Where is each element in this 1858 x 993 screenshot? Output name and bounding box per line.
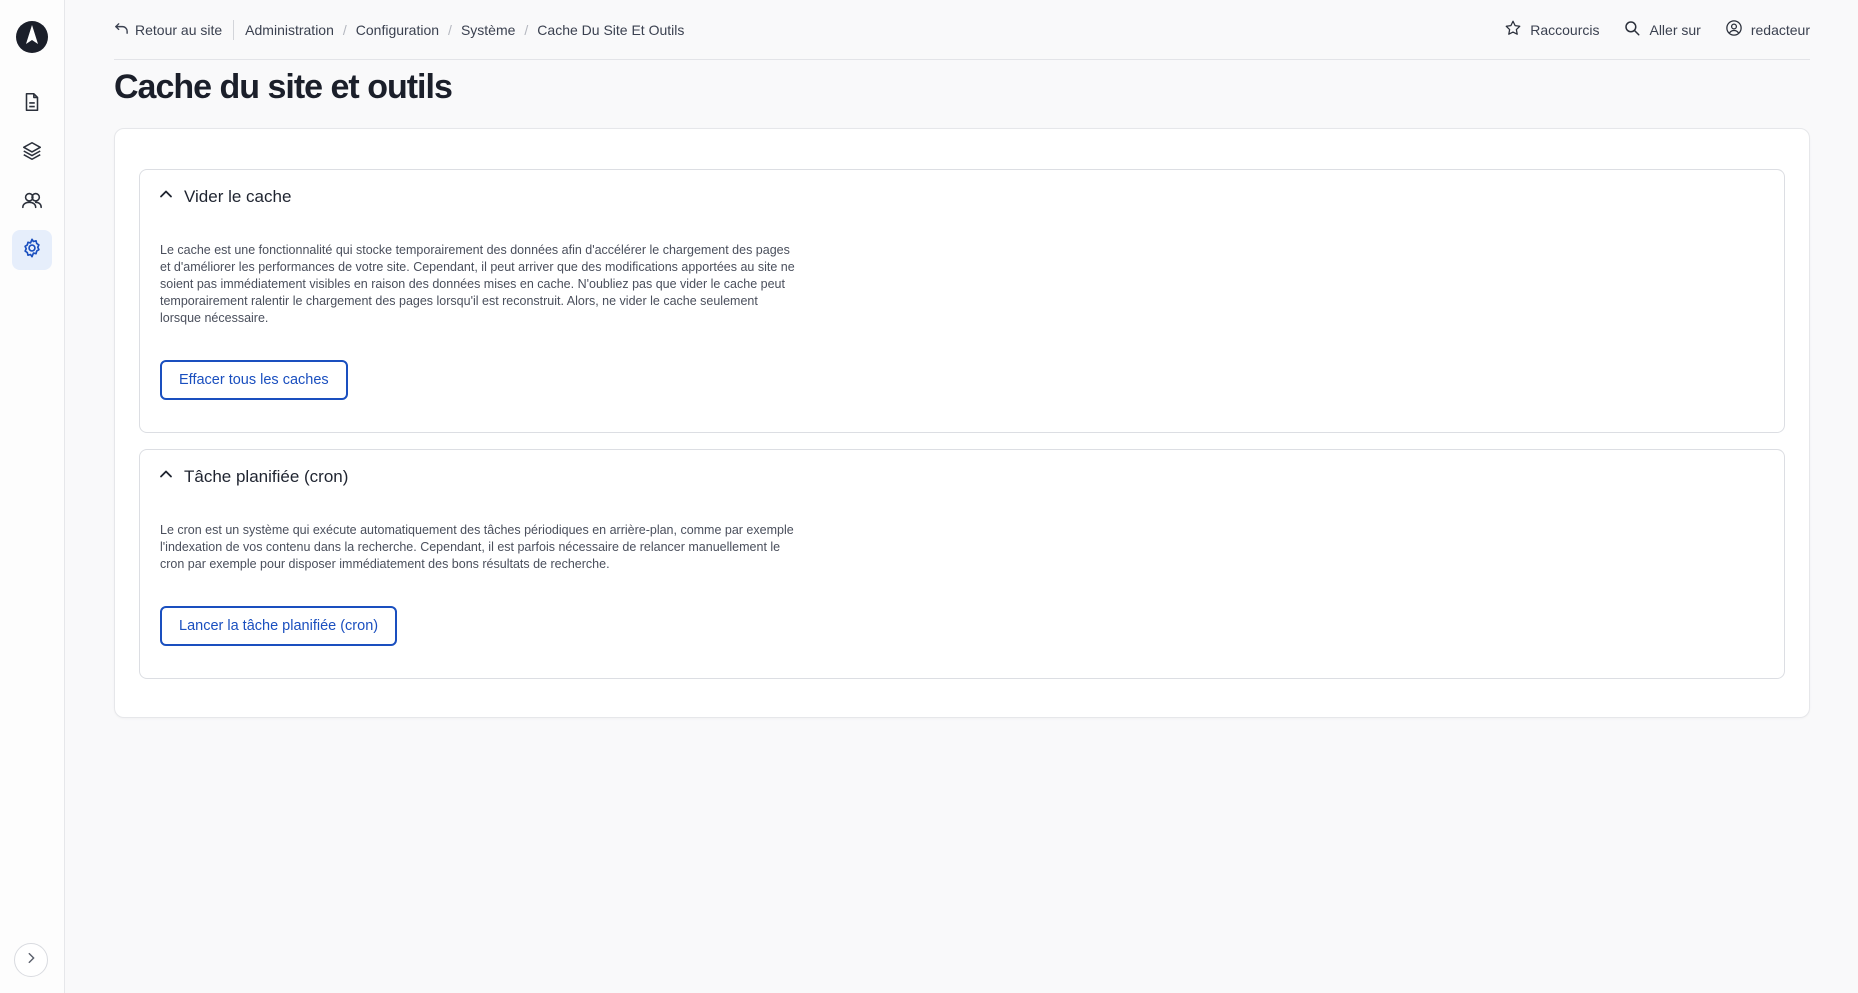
sidebar — [0, 0, 65, 993]
user-circle-icon — [1725, 19, 1743, 40]
breadcrumb-configuration[interactable]: Configuration — [356, 22, 439, 38]
user-name-label: redacteur — [1750, 21, 1810, 38]
topbar-actions: Raccourcis Aller sur redacteur — [1504, 19, 1810, 40]
users-icon — [21, 189, 43, 216]
sidebar-expand-button[interactable] — [14, 943, 48, 977]
shortcuts-button[interactable]: Raccourcis — [1504, 19, 1599, 40]
breadcrumb: Retour au site Administration / Configur… — [114, 19, 684, 40]
rocket-logo-icon[interactable] — [15, 20, 49, 54]
main-card: Vider le cache Le cache est une fonction… — [114, 128, 1810, 718]
breadcrumb-divider — [233, 19, 235, 40]
goto-label: Aller sur — [1649, 21, 1701, 38]
clear-cache-section-header[interactable]: Vider le cache — [158, 186, 291, 207]
sidebar-item-users[interactable] — [12, 182, 52, 222]
breadcrumb-separator: / — [342, 21, 347, 38]
cron-section-header[interactable]: Tâche planifiée (cron) — [158, 466, 348, 487]
back-to-site-link[interactable]: Retour au site — [114, 21, 222, 39]
cron-section: Tâche planifiée (cron) Le cron est un sy… — [139, 449, 1785, 679]
breadcrumb-separator: / — [448, 21, 452, 38]
clear-cache-section: Vider le cache Le cache est une fonction… — [139, 169, 1785, 433]
sidebar-item-settings[interactable] — [12, 230, 52, 270]
chevron-up-icon — [158, 466, 174, 487]
star-icon — [1504, 19, 1522, 40]
shortcuts-label: Raccourcis — [1530, 21, 1600, 38]
clear-cache-section-title: Vider le cache — [184, 186, 292, 206]
clear-cache-description: Le cache est une fonctionnalité qui stoc… — [160, 243, 795, 325]
layers-icon — [21, 140, 43, 167]
breadcrumb-separator: / — [524, 21, 529, 38]
goto-button[interactable]: Aller sur — [1623, 19, 1701, 40]
chevron-right-icon — [24, 951, 38, 970]
breadcrumb-current[interactable]: Cache Du Site Et Outils — [537, 22, 684, 38]
page-title: Cache du site et outils — [114, 68, 453, 106]
user-menu-button[interactable]: redacteur — [1725, 19, 1810, 40]
cron-section-title: Tâche planifiée (cron) — [184, 466, 349, 486]
chevron-up-icon — [158, 186, 174, 207]
gear-icon — [21, 237, 43, 264]
breadcrumb-systeme[interactable]: Système — [461, 22, 515, 38]
clear-all-caches-button[interactable]: Effacer tous les caches — [160, 360, 348, 400]
sidebar-item-pages[interactable] — [12, 84, 52, 124]
topbar: Retour au site Administration / Configur… — [114, 0, 1810, 60]
back-to-site-label: Retour au site — [135, 21, 223, 38]
page-icon — [21, 91, 43, 118]
sidebar-item-content[interactable] — [12, 133, 52, 173]
breadcrumb-administration[interactable]: Administration — [245, 22, 334, 38]
cron-description: Le cron est un système qui exécute autom… — [160, 523, 794, 571]
return-arrow-icon — [114, 21, 129, 39]
run-cron-button[interactable]: Lancer la tâche planifiée (cron) — [160, 606, 398, 646]
search-icon — [1623, 19, 1641, 40]
